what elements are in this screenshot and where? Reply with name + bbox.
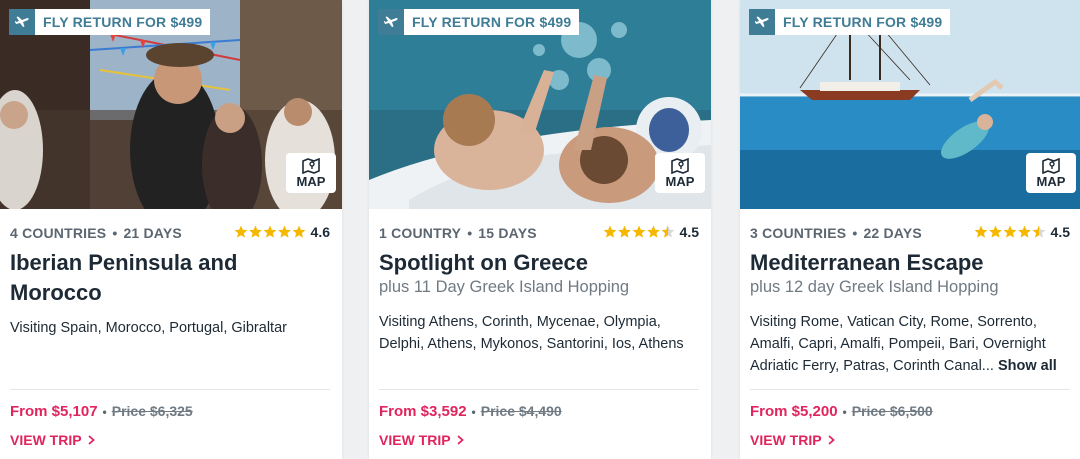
price-original: Price $4,490: [480, 403, 562, 419]
divider: [10, 389, 330, 390]
tour-card-greece[interactable]: FLY RETURN FOR $499 MAP 1 COUNTRY • 15 DAY…: [369, 0, 711, 459]
price-from: From $5,200: [750, 403, 838, 420]
days-count: 22 DAYS: [863, 225, 922, 241]
map-icon: [671, 158, 689, 174]
flight-offer-badge: FLY RETURN FOR $499: [749, 9, 951, 35]
price: From $5,200 • Price $6,500: [750, 403, 933, 420]
tour-subtitle: plus 12 day Greek Island Hopping: [750, 278, 999, 296]
tour-photo[interactable]: FLY RETURN FOR $499 MAP: [0, 0, 342, 209]
chevron-right-icon: [87, 435, 95, 445]
map-label: MAP: [665, 174, 695, 189]
price-original: Price $6,325: [111, 403, 193, 419]
tour-description: Visiting Athens, Corinth, Mycenae, Olymp…: [379, 314, 684, 352]
days-count: 21 DAYS: [123, 225, 182, 241]
tour-title[interactable]: Iberian Peninsula and Morocco: [10, 248, 332, 308]
view-trip-link[interactable]: VIEW TRIP: [10, 432, 95, 448]
map-label: MAP: [1036, 174, 1066, 189]
flight-offer-badge: FLY RETURN FOR $499: [9, 9, 211, 35]
rating-value: 4.5: [1050, 224, 1070, 240]
countries-count: 4 COUNTRIES: [10, 225, 107, 241]
divider: [750, 389, 1070, 390]
chevron-right-icon: [827, 435, 835, 445]
countries-count: 3 COUNTRIES: [750, 225, 847, 241]
star-rating-icon: [603, 225, 675, 239]
tour-description: Visiting Rome, Vatican City, Rome, Sorre…: [750, 314, 1057, 374]
rating-value: 4.6: [310, 224, 330, 240]
price: From $3,592 • Price $4,490: [379, 403, 562, 420]
price-from: From $5,107: [10, 403, 98, 420]
tour-title[interactable]: Mediterranean Escape: [750, 248, 1072, 278]
view-trip-link[interactable]: VIEW TRIP: [750, 432, 835, 448]
tour-photo[interactable]: FLY RETURN FOR $499 MAP: [369, 0, 711, 209]
tour-description: Visiting Spain, Morocco, Portugal, Gibra…: [10, 320, 287, 336]
badge-label: FLY RETURN FOR $499: [412, 14, 572, 30]
rating: 4.5: [974, 224, 1070, 240]
show-all-link[interactable]: Show all: [998, 358, 1057, 374]
airplane-icon: [378, 9, 404, 35]
chevron-right-icon: [456, 435, 464, 445]
map-icon: [302, 158, 320, 174]
airplane-icon: [9, 9, 35, 35]
price-from: From $3,592: [379, 403, 467, 420]
map-button[interactable]: MAP: [1026, 153, 1076, 193]
tour-title[interactable]: Spotlight on Greece: [379, 248, 701, 278]
rating-value: 4.5: [679, 224, 699, 240]
map-icon: [1042, 158, 1060, 174]
map-button[interactable]: MAP: [655, 153, 705, 193]
airplane-icon: [749, 9, 775, 35]
star-rating-icon: [234, 225, 306, 239]
map-label: MAP: [296, 174, 326, 189]
tour-subtitle: plus 11 Day Greek Island Hopping: [379, 278, 630, 296]
price-original: Price $6,500: [851, 403, 933, 419]
rating: 4.5: [603, 224, 699, 240]
tour-photo[interactable]: FLY RETURN FOR $499 MAP: [740, 0, 1080, 209]
badge-label: FLY RETURN FOR $499: [43, 14, 203, 30]
countries-count: 1 COUNTRY: [379, 225, 462, 241]
tour-card-mediterranean[interactable]: FLY RETURN FOR $499 MAP 3 COUNTRIES • 22 D…: [740, 0, 1080, 459]
star-rating-icon: [974, 225, 1046, 239]
view-trip-link[interactable]: VIEW TRIP: [379, 432, 464, 448]
flight-offer-badge: FLY RETURN FOR $499: [378, 9, 580, 35]
badge-label: FLY RETURN FOR $499: [783, 14, 943, 30]
map-button[interactable]: MAP: [286, 153, 336, 193]
tour-card-iberian[interactable]: FLY RETURN FOR $499 MAP 4 COUNTRIES • 21 D…: [0, 0, 342, 459]
rating: 4.6: [234, 224, 330, 240]
price: From $5,107 • Price $6,325: [10, 403, 193, 420]
days-count: 15 DAYS: [478, 225, 537, 241]
divider: [379, 389, 699, 390]
